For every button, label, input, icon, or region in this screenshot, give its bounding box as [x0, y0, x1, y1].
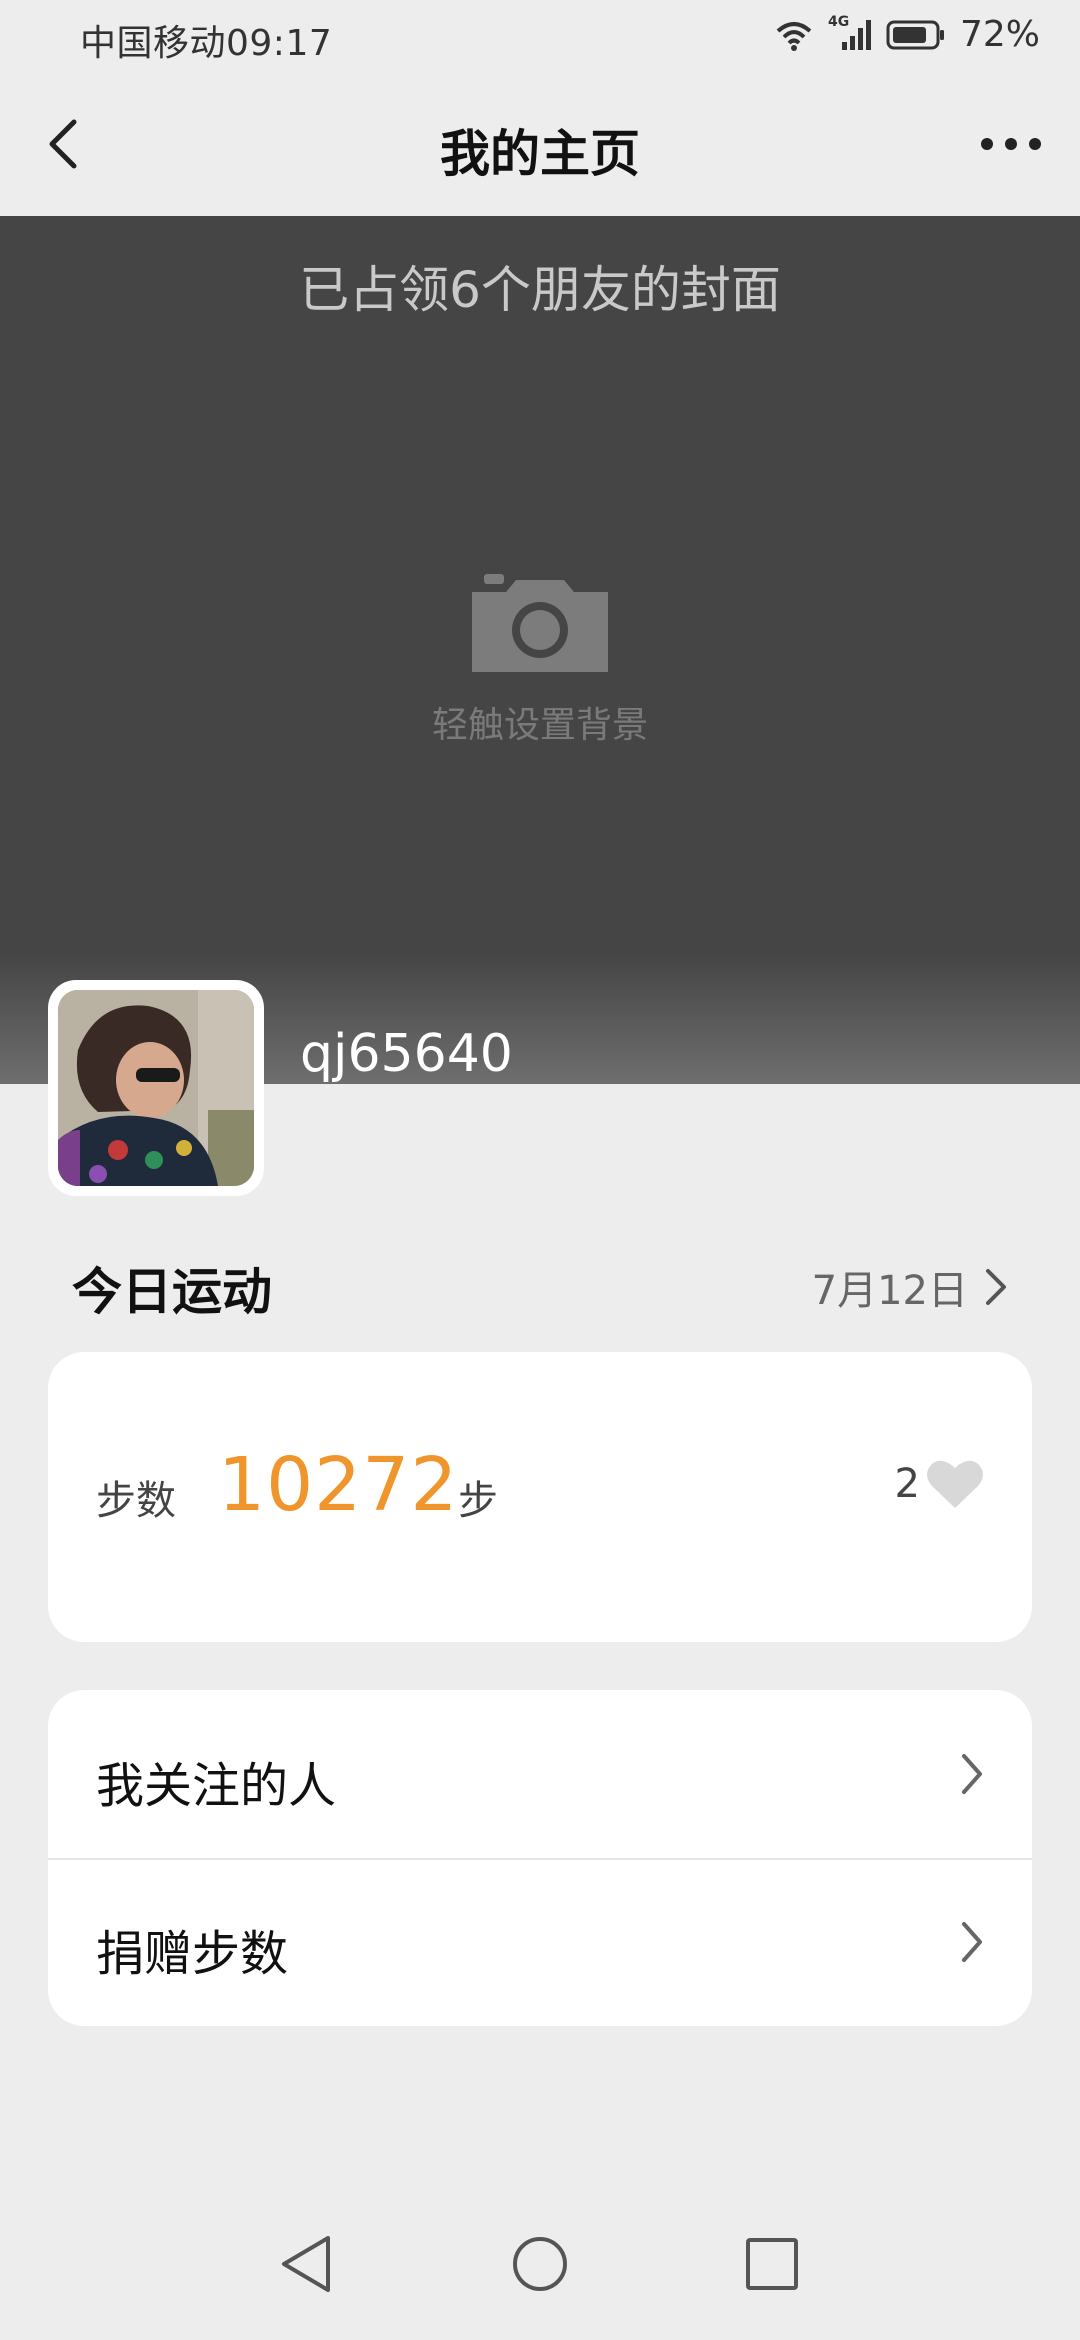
menu-item-label: 捐赠步数 [96, 1926, 289, 1982]
steps-label: 步数 [96, 1478, 176, 1524]
camera-icon[interactable] [472, 572, 608, 672]
carrier-time: 中国移动09:17 [80, 23, 333, 64]
cover-background[interactable]: 已占领6个朋友的封面 轻触设置背景 [0, 216, 1080, 1084]
status-icons: 4G 72% [774, 14, 1040, 55]
cover-title: 已占领6个朋友的封面 [299, 261, 781, 319]
square-recents-icon [746, 2238, 798, 2290]
more-dots-icon [981, 138, 1041, 150]
system-recents-button[interactable] [740, 2232, 804, 2296]
set-background-hint: 轻触设置背景 [431, 705, 648, 746]
triangle-back-icon [282, 2236, 330, 2292]
username: qj65640 [300, 1024, 513, 1084]
avatar[interactable] [48, 980, 264, 1196]
menu-item-label: 我关注的人 [96, 1758, 337, 1814]
today-exercise-title: 今日运动 [72, 1263, 272, 1321]
heart-icon [927, 1460, 983, 1508]
battery-icon [886, 19, 946, 51]
page-title: 我的主页 [440, 125, 640, 183]
menu-item-donate-steps[interactable]: 捐赠步数 [48, 1858, 1032, 2026]
chevron-right-icon [986, 1269, 1006, 1305]
steps-count: 10272 [218, 1442, 459, 1528]
system-navigation-bar [0, 2180, 1080, 2340]
more-button[interactable] [978, 114, 1044, 174]
chevron-right-icon [962, 1754, 982, 1794]
status-bar: 中国移动09:17 4G 72% [0, 0, 1080, 72]
menu-card: 我关注的人 捐赠步数 [48, 1690, 1032, 2026]
cellular-signal-icon: 4G [828, 14, 872, 52]
date-selector[interactable]: 7月12日 [812, 1258, 1008, 1316]
like-count: 2 [894, 1461, 920, 1507]
navigation-bar: 我的主页 [0, 72, 1080, 216]
circle-home-icon [513, 2237, 567, 2291]
like-button[interactable]: 2 [895, 1458, 984, 1510]
system-home-button[interactable] [508, 2232, 572, 2296]
menu-item-following[interactable]: 我关注的人 [48, 1690, 1032, 1858]
date-label: 7月12日 [811, 1268, 968, 1314]
steps-unit: 步 [458, 1478, 498, 1524]
battery-percentage: 72% [959, 14, 1040, 55]
system-back-button[interactable] [276, 2232, 340, 2296]
wifi-icon [774, 19, 814, 51]
chevron-right-icon [962, 1922, 982, 1962]
avatar-image [58, 990, 254, 1186]
steps-card[interactable]: 步数 10272 步 2 [48, 1352, 1032, 1642]
